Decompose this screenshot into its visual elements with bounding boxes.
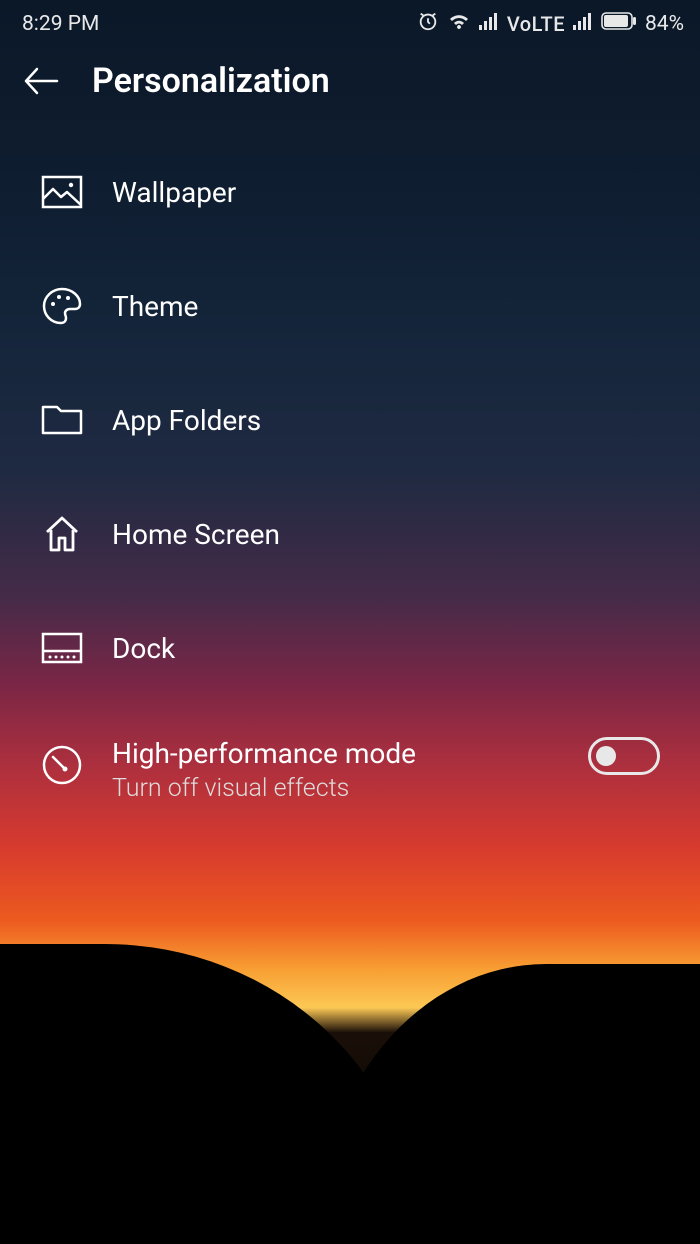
item-app-folders[interactable]: App Folders [0,363,700,477]
status-bar: 8:29 PM [0,0,700,42]
wallpaper-icon [40,170,84,214]
back-button[interactable] [22,62,60,100]
item-label: High-performance mode [112,737,560,770]
item-theme[interactable]: Theme [0,249,700,363]
item-wallpaper[interactable]: Wallpaper [0,135,700,249]
item-high-performance[interactable]: High-performance mode Turn off visual ef… [0,705,700,835]
item-label: App Folders [112,404,660,437]
item-label: Home Screen [112,518,660,551]
folder-icon [40,398,84,442]
dock-icon [40,626,84,670]
settings-list: Wallpaper Theme [0,123,700,847]
header: Personalization [0,42,700,123]
theme-icon [40,284,84,328]
signal-icon-2 [573,12,593,36]
battery-percent: 84% [645,12,684,36]
volte-indicator: VoLTE [507,12,565,36]
alarm-icon [417,10,439,38]
page-title: Personalization [92,61,330,101]
home-icon [40,512,84,556]
item-home-screen[interactable]: Home Screen [0,477,700,591]
item-dock[interactable]: Dock [0,591,700,705]
status-time: 8:29 PM [22,12,99,36]
high-performance-toggle[interactable] [588,737,660,775]
signal-icon-1 [479,12,499,36]
item-label: Wallpaper [112,176,660,209]
battery-icon [601,12,637,36]
item-label: Theme [112,290,660,323]
wifi-icon [447,10,471,38]
gauge-icon [40,743,84,787]
item-sublabel: Turn off visual effects [112,774,560,803]
item-label: Dock [112,632,660,665]
